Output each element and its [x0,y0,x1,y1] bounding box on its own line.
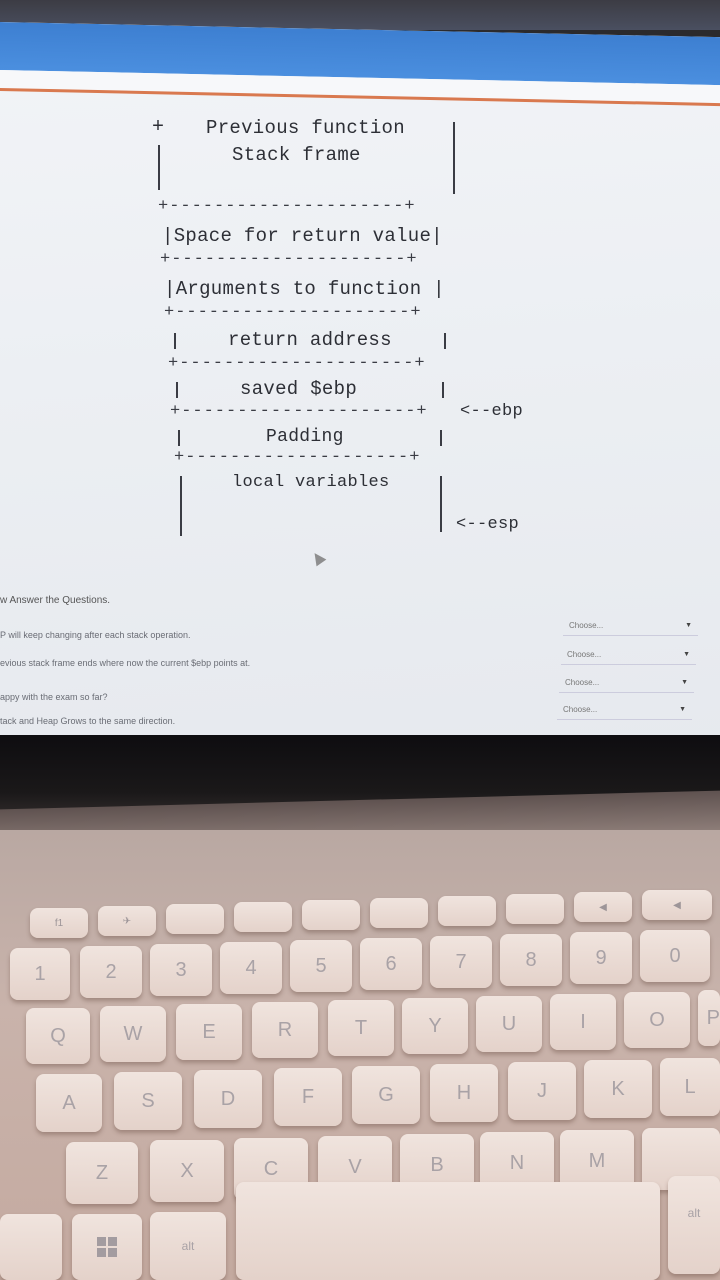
windows-logo-icon [97,1237,117,1257]
key-u[interactable]: U [476,996,542,1052]
laptop-keyboard: f1 ✈ ◀ ◀ 1 2 3 4 5 6 7 8 9 0 Q W E R T Y… [0,830,720,1280]
key-alt-left[interactable]: alt [150,1212,226,1280]
left-border [176,382,178,398]
function-key[interactable] [234,902,292,932]
stack-frame-diagram: + Previous function Stack frame +-------… [150,90,590,560]
function-key[interactable] [166,904,224,934]
function-key[interactable] [506,894,564,924]
separator-line: +---------------------+ [170,402,428,421]
key-l[interactable]: L [660,1058,720,1116]
key-d[interactable]: D [194,1070,262,1128]
return-value-cell: |Space for return value| [162,225,443,247]
question-3: appy with the exam so far? [0,692,108,702]
return-value-label: Space for return value [173,225,432,247]
separator-line: +--------------------+ [174,448,421,467]
separator-line: +---------------------+ [164,303,422,322]
key-5[interactable]: 5 [290,940,352,992]
windows-icon[interactable] [72,1214,142,1280]
question-2: evious stack frame ends where now the cu… [0,658,251,668]
corner-plus: + [152,116,165,139]
questions-section: w Answer the Questions. P will keep chan… [0,595,720,745]
local-variables-label: local variables [232,473,390,492]
key-j[interactable]: J [508,1062,576,1120]
select-placeholder: Choose... [569,621,604,630]
mute-icon[interactable]: ◀ [574,892,632,922]
key-space[interactable] [236,1182,660,1280]
key-e[interactable]: E [176,1004,242,1060]
volume-icon[interactable]: ◀ [642,890,712,920]
key-4[interactable]: 4 [220,942,282,994]
return-address-label: return address [228,329,392,351]
answer-select-3[interactable]: Choose... ▼ [559,673,694,693]
key-2[interactable]: 2 [80,946,142,998]
answer-select-1[interactable]: Choose... ▼ [563,616,698,636]
left-border [174,333,176,349]
right-border [442,382,444,398]
function-key[interactable] [302,900,360,930]
separator-line: +---------------------+ [160,250,418,269]
key-6[interactable]: 6 [360,938,422,990]
separator-line: +---------------------+ [168,354,426,373]
padding-label: Padding [266,427,344,447]
key-a[interactable]: A [36,1074,102,1132]
function-key[interactable]: f1 [30,908,88,938]
key-q[interactable]: Q [26,1008,90,1064]
question-1: P will keep changing after each stack op… [0,630,191,640]
select-placeholder: Choose... [567,650,602,659]
dropdown-arrow-icon: ▼ [681,679,688,686]
key-f[interactable]: F [274,1068,342,1126]
prev-frame-line1: Previous function [206,117,405,139]
key-y[interactable]: Y [402,998,468,1054]
arguments-cell: |Arguments to function | [164,278,445,300]
dropdown-arrow-icon: ▼ [683,651,690,658]
key-g[interactable]: G [352,1066,420,1124]
left-border [178,430,180,446]
left-border [180,476,182,536]
key-alt-right[interactable]: alt [668,1176,720,1274]
key-t[interactable]: T [328,1000,394,1056]
function-key[interactable] [438,896,496,926]
key-i[interactable]: I [550,994,616,1050]
left-border [158,145,160,190]
key-s[interactable]: S [114,1072,182,1130]
key-ctrl[interactable] [0,1214,62,1280]
key-p[interactable]: P [698,990,720,1046]
airplane-icon[interactable]: ✈ [98,906,156,936]
key-0[interactable]: 0 [640,930,710,982]
answer-select-4[interactable]: Choose... ▼ [557,700,692,720]
separator-line: +---------------------+ [158,197,416,216]
question-4: tack and Heap Grows to the same directio… [0,716,176,726]
right-border [440,430,442,446]
key-1[interactable]: 1 [10,948,70,1000]
select-placeholder: Choose... [565,678,600,687]
key-h[interactable]: H [430,1064,498,1122]
ebp-pointer-label: <--ebp [460,402,524,421]
dropdown-arrow-icon: ▼ [679,706,686,713]
esp-pointer-label: <--esp [456,515,520,534]
right-border [453,122,455,194]
select-placeholder: Choose... [563,705,598,714]
right-border [440,476,442,532]
prev-frame-line2: Stack frame [232,144,361,166]
right-border [444,333,446,349]
key-o[interactable]: O [624,992,690,1048]
key-w[interactable]: W [100,1006,166,1062]
arguments-label: Arguments to function [175,278,422,300]
key-7[interactable]: 7 [430,936,492,988]
questions-title: w Answer the Questions. [0,595,111,606]
saved-ebp-label: saved $ebp [240,378,358,400]
key-r[interactable]: R [252,1002,318,1058]
key-3[interactable]: 3 [150,944,212,996]
dropdown-arrow-icon: ▼ [685,622,692,629]
key-x[interactable]: X [150,1140,224,1202]
function-key[interactable] [370,898,428,928]
key-8[interactable]: 8 [500,934,562,986]
key-k[interactable]: K [584,1060,652,1118]
answer-select-2[interactable]: Choose... ▼ [561,645,696,665]
key-9[interactable]: 9 [570,932,632,984]
key-z[interactable]: Z [66,1142,138,1204]
